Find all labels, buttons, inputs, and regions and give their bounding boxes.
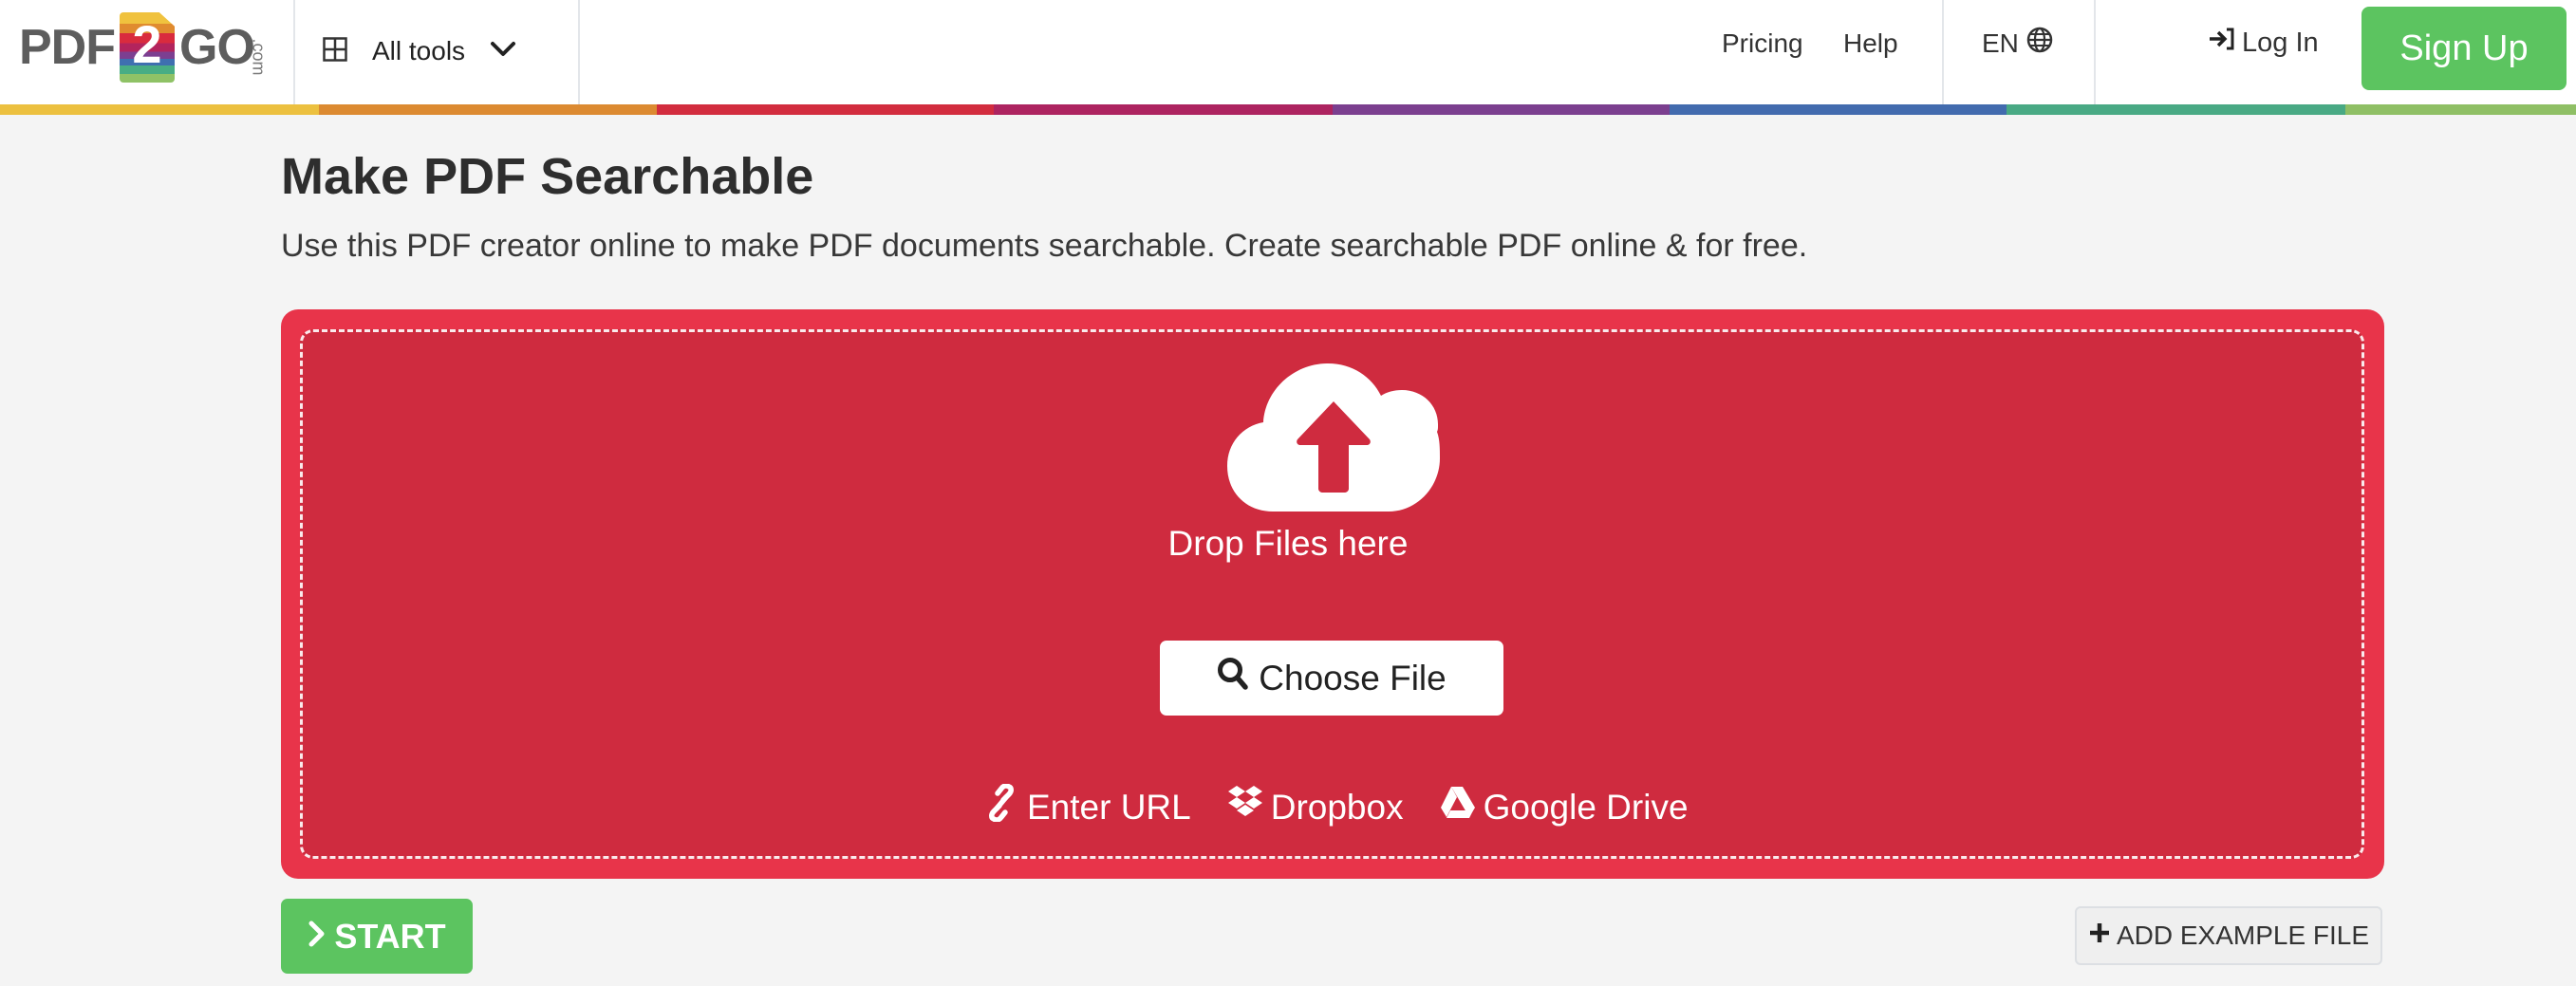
search-icon — [1217, 657, 1249, 699]
divider — [2094, 0, 2096, 104]
divider — [293, 0, 295, 104]
stripe-segment — [319, 104, 657, 115]
login-label: Log In — [2242, 27, 2319, 58]
enter-url-label: Enter URL — [1027, 787, 1191, 827]
dropbox-icon — [1227, 786, 1263, 828]
logo-text-pdf: PDF — [19, 20, 116, 75]
add-example-file-button[interactable]: ADD EXAMPLE FILE — [2075, 906, 2382, 965]
logo-text-com: .com — [249, 38, 269, 76]
stripe-segment — [657, 104, 994, 115]
stripe-segment — [1333, 104, 1670, 115]
nav-link-help[interactable]: Help — [1843, 28, 1898, 59]
drop-files-text: Drop Files here — [1167, 524, 1409, 563]
page-title: Make PDF Searchable — [281, 148, 814, 205]
divider — [1942, 0, 1944, 104]
logo-text-go: GO — [179, 20, 255, 75]
google-drive-link[interactable]: Google Drive — [1440, 784, 1689, 830]
start-button[interactable]: START — [281, 899, 473, 974]
signup-button[interactable]: Sign Up — [2361, 7, 2567, 90]
start-label: START — [334, 916, 446, 956]
google-drive-icon — [1440, 787, 1476, 828]
stripe-segment — [0, 104, 319, 115]
dropbox-link[interactable]: Dropbox — [1227, 784, 1404, 830]
color-stripe — [0, 104, 2576, 115]
cloud-upload-icon — [1227, 363, 1440, 512]
logo-badge-number: 2 — [132, 14, 162, 74]
all-tools-label: All tools — [372, 36, 466, 65]
google-drive-label: Google Drive — [1483, 787, 1689, 827]
login-link[interactable]: Log In — [2208, 27, 2319, 59]
language-selector[interactable]: EN — [1982, 27, 2053, 60]
dropbox-label: Dropbox — [1270, 787, 1404, 827]
all-tools-dropdown[interactable]: All tools — [323, 23, 516, 80]
choose-file-button[interactable]: Choose File — [1160, 641, 1503, 716]
chevron-right-icon — [308, 917, 327, 957]
chevron-down-icon — [490, 41, 516, 63]
stripe-segment — [2345, 104, 2576, 115]
nav-link-pricing[interactable]: Pricing — [1722, 28, 1803, 59]
stripe-segment — [994, 104, 1333, 115]
stripe-segment — [1670, 104, 2007, 115]
plus-icon — [2088, 921, 2111, 951]
choose-file-label: Choose File — [1259, 658, 1447, 698]
stripe-segment — [2007, 104, 2345, 115]
grid-icon — [323, 36, 347, 66]
pdf2go-logo[interactable]: PDF 2 GO .com — [19, 11, 268, 84]
link-icon — [983, 783, 1019, 830]
divider — [578, 0, 580, 104]
top-navbar: PDF 2 GO .com All tools Pricing Help EN … — [0, 0, 2576, 104]
page-subtitle: Use this PDF creator online to make PDF … — [281, 228, 1808, 264]
logo-badge: 2 — [120, 12, 175, 83]
upload-sources: Enter URL Dropbox Google Drive — [983, 783, 1689, 830]
sign-in-icon — [2208, 27, 2236, 59]
enter-url-link[interactable]: Enter URL — [983, 783, 1191, 830]
globe-icon — [2026, 27, 2053, 60]
add-example-file-label: ADD EXAMPLE FILE — [2116, 921, 2370, 950]
language-code: EN — [1982, 28, 2019, 58]
